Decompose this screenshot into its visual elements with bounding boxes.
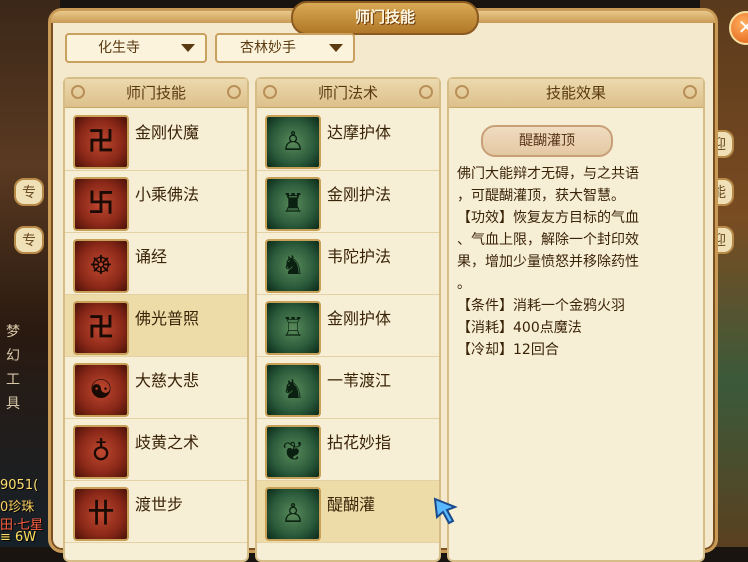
spell-row[interactable]: ❦ 拈花妙指: [257, 419, 439, 481]
spell-name: 一苇渡江: [327, 371, 392, 390]
effect-line: 【冷却】12回合: [457, 342, 559, 358]
effect-skill-name: 醍醐灌顶: [481, 125, 613, 157]
skill-glyph-icon: 卍: [87, 313, 114, 343]
spell-glyph-icon: ♖: [281, 313, 305, 343]
background-text-1: 9051(: [0, 478, 39, 493]
skill-name: 大慈大悲: [135, 371, 200, 390]
skill-icon: 卍: [73, 301, 129, 355]
vertical-watermark: 梦幻工具: [6, 324, 20, 412]
background-text-4: ≡ 6W: [0, 530, 37, 545]
spell-row[interactable]: ♜ 金刚护法: [257, 171, 439, 233]
skill-icon: 卍: [73, 115, 129, 169]
skills-header-label: 师门技能: [125, 84, 186, 102]
skill-row[interactable]: ☸ 诵经: [65, 233, 247, 295]
spell-row[interactable]: ♖ 金刚护体: [257, 295, 439, 357]
effect-column: 技能效果 醍醐灌顶 佛门大能辩才无碍，与之共语 ，可醍醐灌顶，获大智慧。 【功效…: [447, 77, 705, 562]
scroll-ornament-icon: [683, 85, 697, 99]
left-side-tab-2[interactable]: 专: [14, 226, 44, 254]
skill-name: 金刚伏魔: [135, 123, 200, 142]
spell-glyph-icon: ♜: [281, 189, 305, 219]
skill-icon: ☸: [73, 239, 129, 293]
skill-icon: 卄: [73, 487, 129, 541]
spell-glyph-icon: ♞: [281, 251, 305, 281]
spell-glyph-icon: ♙: [281, 499, 305, 529]
spells-header-label: 师门法术: [317, 84, 378, 102]
school-dropdown-value: 化生寺: [98, 40, 140, 56]
effect-line: 【消耗】400点魔法: [457, 320, 582, 336]
skill-name: 渡世步: [135, 495, 184, 514]
subschool-dropdown-value: 杏林妙手: [240, 40, 296, 56]
subschool-dropdown[interactable]: 杏林妙手: [215, 33, 355, 63]
school-dropdown[interactable]: 化生寺: [65, 33, 207, 63]
pointer-cursor-icon: [431, 495, 461, 525]
skill-row[interactable]: 卍 金刚伏魔: [65, 109, 247, 171]
spell-icon: ❦: [265, 425, 321, 479]
spell-row[interactable]: ♞ 一苇渡江: [257, 357, 439, 419]
window-title: 师门技能: [291, 1, 479, 35]
effect-line: 果，增加少量愤怒并移除药性: [457, 254, 639, 270]
effect-line: 。: [457, 276, 471, 292]
skill-glyph-icon: 卍: [87, 127, 114, 157]
chevron-down-icon: [181, 44, 195, 52]
skill-name: 诵经: [135, 247, 168, 266]
skills-column: 师门技能 卍金刚伏魔卐小乘佛法 ☸ 诵经卍佛光普照 ☯ 大慈大悲 ♁ 歧黄之术卄渡世步: [63, 77, 249, 562]
effect-description: 佛门大能辩才无碍，与之共语 ，可醍醐灌顶，获大智慧。 【功效】恢复友方目标的气血…: [457, 163, 697, 361]
scroll-ornament-icon: [263, 85, 277, 99]
background-text-2: 0珍珠: [0, 500, 35, 515]
effect-column-header: 技能效果: [449, 79, 703, 108]
skill-name: 佛光普照: [135, 309, 200, 328]
effect-line: 【条件】消耗一个金鸦火羽: [457, 298, 625, 314]
effect-line: 、气血上限，解除一个封印效: [457, 232, 639, 248]
spell-glyph-icon: ♙: [281, 127, 305, 157]
skill-row[interactable]: ♁ 歧黄之术: [65, 419, 247, 481]
master-skills-window: 师门技能 化生寺 杏林妙手 师门技能 卍金刚伏魔卐小乘佛法 ☸ 诵经卍佛光普照 ☯ 大慈…: [48, 1, 748, 562]
spell-name: 金刚护体: [327, 309, 392, 328]
skill-glyph-icon: 卄: [87, 499, 114, 529]
spell-glyph-icon: ❦: [282, 437, 304, 467]
skill-icon: 卐: [73, 177, 129, 231]
spell-icon: ♙: [265, 115, 321, 169]
skill-icon: ☯: [73, 363, 129, 417]
spell-name: 达摩护体: [327, 123, 392, 142]
skill-row[interactable]: ☯ 大慈大悲: [65, 357, 247, 419]
skills-column-header: 师门技能: [65, 79, 247, 108]
skill-name: 歧黄之术: [135, 433, 200, 452]
skill-glyph-icon: ☯: [89, 375, 113, 405]
spell-row[interactable]: ♙ 醍醐灌: [257, 481, 439, 543]
spell-row[interactable]: ♞ 韦陀护法: [257, 233, 439, 295]
spell-icon: ♙: [265, 487, 321, 541]
scroll-ornament-icon: [227, 85, 241, 99]
skill-glyph-icon: ☸: [89, 251, 113, 281]
effect-line: ，可醍醐灌顶，获大智慧。: [457, 188, 625, 204]
skill-name: 小乘佛法: [135, 185, 200, 204]
skill-row[interactable]: 卍 佛光普照: [65, 295, 247, 357]
spells-column: 师门法术 ♙ 达摩护体 ♜ 金刚护法 ♞ 韦陀护法 ♖ 金刚护体 ♞ 一苇渡江 ❦ 拈花妙指 ♙ 醍醐灌: [255, 77, 441, 562]
skill-icon: ♁: [73, 425, 129, 479]
spell-icon: ♜: [265, 177, 321, 231]
skill-row[interactable]: 卄 渡世步: [65, 481, 247, 543]
left-side-tab[interactable]: 专: [14, 178, 44, 206]
spell-glyph-icon: ♞: [281, 375, 305, 405]
spell-row[interactable]: ♙ 达摩护体: [257, 109, 439, 171]
spell-name: 醍醐灌: [327, 495, 376, 514]
skill-glyph-icon: 卐: [87, 189, 114, 219]
spell-icon: ♞: [265, 239, 321, 293]
spell-icon: ♞: [265, 363, 321, 417]
scroll-ornament-icon: [455, 85, 469, 99]
chevron-down-icon: [329, 44, 343, 52]
skill-row[interactable]: 卐 小乘佛法: [65, 171, 247, 233]
spell-name: 拈花妙指: [327, 433, 392, 452]
spell-icon: ♖: [265, 301, 321, 355]
spell-name: 金刚护法: [327, 185, 392, 204]
row-divider: [257, 542, 439, 543]
scroll-ornament-icon: [419, 85, 433, 99]
skill-glyph-icon: ♁: [91, 437, 111, 467]
scroll-ornament-icon: [71, 85, 85, 99]
spell-name: 韦陀护法: [327, 247, 392, 266]
spells-column-header: 师门法术: [257, 79, 439, 108]
row-divider: [65, 542, 247, 543]
effect-line: 佛门大能辩才无碍，与之共语: [457, 166, 639, 182]
effect-line: 【功效】恢复友方目标的气血: [457, 210, 639, 226]
effect-header-label: 技能效果: [545, 84, 606, 102]
